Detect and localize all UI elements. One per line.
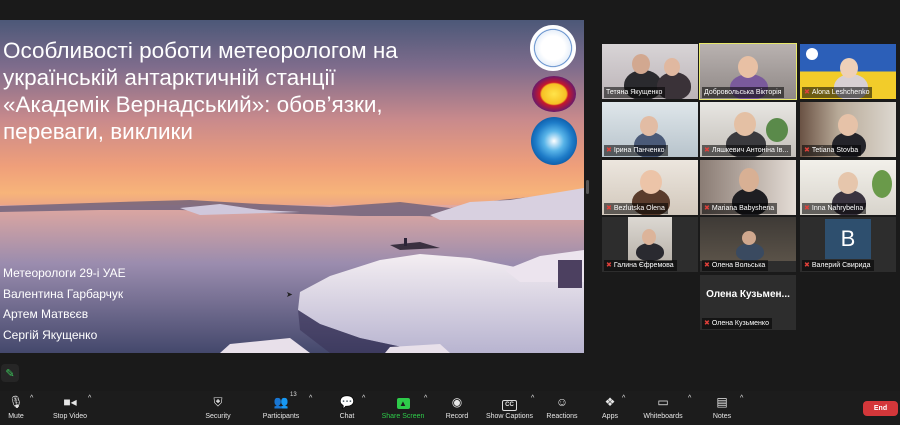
whiteboards-button[interactable]: ▭ Whiteboards <box>641 395 685 423</box>
video-options-chevron-icon[interactable]: ^ <box>88 395 91 423</box>
slide-author-line: Сергій Якущенко <box>3 327 98 342</box>
muted-mic-icon: ✖ <box>606 147 612 154</box>
expedition-logo <box>531 117 577 165</box>
muted-mic-icon: ✖ <box>606 262 612 269</box>
security-button[interactable]: ⛨ Security <box>202 395 234 423</box>
muted-mic-icon: ✖ <box>704 147 710 154</box>
slide-title-line: українській антарктичній станції <box>3 65 336 90</box>
participant-tile[interactable]: ✖ Ляшкевич Антоніна Ів... <box>700 102 796 157</box>
participant-tile[interactable]: ✖ Tetiana Stovba <box>800 102 896 157</box>
slide-title: Особливості роботи метеорологом на украї… <box>3 37 523 145</box>
show-captions-button[interactable]: CC Show Captions <box>482 395 537 423</box>
apps-button[interactable]: ❖ Apps <box>599 395 621 423</box>
meeting-toolbar: 🎙 Mute ^ ■◂ Stop Video ^ ⛨ Security 👥 Pa… <box>0 391 900 425</box>
muted-mic-icon: ✖ <box>704 205 710 212</box>
participants-count-badge: 13 <box>290 392 297 398</box>
muted-mic-icon: ✖ <box>804 89 810 96</box>
muted-mic-icon: ✖ <box>704 262 710 269</box>
mute-button[interactable]: 🎙 Mute <box>3 395 29 423</box>
antarctic-center-logo <box>530 25 576 71</box>
participant-name-label: ✖ Alona Leshchenko <box>802 87 873 98</box>
apps-options-chevron-icon[interactable]: ^ <box>622 395 625 423</box>
participant-tile[interactable]: ✖ Alona Leshchenko <box>800 44 896 99</box>
participant-name-label: ✖ Ляшкевич Антоніна Ів... <box>702 145 792 156</box>
participant-tile[interactable]: Олена Кузьмен... ✖ Олена Кузьменко <box>700 275 796 330</box>
slide-authors: Метеорологи 29-і УАЕ Валентина Гарбарчук… <box>3 263 126 345</box>
whiteboard-icon: ▭ <box>657 395 669 409</box>
split-view-resize-handle[interactable] <box>586 180 589 194</box>
chat-bubble-icon: 💬 <box>339 395 355 409</box>
end-meeting-button[interactable]: End <box>863 401 898 416</box>
chat-button[interactable]: 💬 Chat <box>336 395 358 423</box>
record-button[interactable]: ◉ Record <box>443 395 471 423</box>
whiteboards-options-chevron-icon[interactable]: ^ <box>688 395 691 423</box>
share-screen-arrow-icon: ▲ <box>379 395 427 409</box>
slide-author-line: Валентина Гарбарчук <box>3 286 124 301</box>
muted-mic-icon: ✖ <box>606 205 612 212</box>
shield-icon: ⛨ <box>213 395 223 409</box>
participants-options-chevron-icon[interactable]: ^ <box>309 395 312 423</box>
reactions-button[interactable]: ☺ Reactions <box>545 395 579 423</box>
participant-name-label: ✖ Олена Кузьменко <box>702 318 772 329</box>
participant-tile[interactable]: ✖ Mariana Babyshena <box>700 160 796 215</box>
share-screen-button[interactable]: ▲ Share Screen <box>379 395 427 423</box>
slide-title-line: Особливості роботи метеорологом на <box>3 38 398 63</box>
apps-grid-icon: ❖ <box>604 395 616 409</box>
participants-button[interactable]: 👥 Participants <box>261 395 301 423</box>
notes-icon: ▤ <box>716 395 728 409</box>
video-camera-icon: ■◂ <box>63 395 77 409</box>
participant-name-label: ✖ Валерий Свирида <box>802 260 874 271</box>
flag-logo-icon <box>806 48 818 60</box>
participant-tile-active-speaker[interactable]: Добровольська Вікторія <box>699 43 797 100</box>
more-options-chevron-icon[interactable]: ^ <box>740 395 743 423</box>
slide-author-line: Метеорологи 29-і УАЕ <box>3 266 126 280</box>
participant-name-label: ✖ Ірина Панченко <box>604 145 668 156</box>
participant-tile[interactable]: B ✖ Валерий Свирида <box>800 217 896 272</box>
participant-tile[interactable]: Тетяна Якущенко <box>602 44 698 99</box>
participant-tile[interactable]: ✖ Inna Nahrybelna <box>800 160 896 215</box>
captions-options-chevron-icon[interactable]: ^ <box>531 395 534 423</box>
participant-display-name: Олена Кузьмен... <box>706 289 790 300</box>
participant-name-label: ✖ Tetiana Stovba <box>802 145 862 156</box>
share-options-chevron-icon[interactable]: ^ <box>424 395 427 423</box>
mouse-cursor-icon: ➤ <box>286 290 293 299</box>
participant-name-label: Тетяна Якущенко <box>604 87 666 98</box>
stop-video-button[interactable]: ■◂ Stop Video <box>51 395 89 423</box>
participant-avatar: B <box>825 219 871 259</box>
zoom-meeting-window: Особливості роботи метеорологом на украї… <box>0 0 900 425</box>
chat-options-chevron-icon[interactable]: ^ <box>362 395 365 423</box>
participant-name-label: ✖ Bezlutska Olena <box>604 203 668 214</box>
akademik-vernadsky-station-logo <box>532 76 576 112</box>
closed-captions-icon: CC <box>482 395 537 411</box>
participant-name-label: ✖ Галина Єфремова <box>604 260 677 271</box>
participant-name-label: ✖ Олена Вольська <box>702 260 769 271</box>
muted-mic-icon: ✖ <box>804 205 810 212</box>
plant-icon <box>766 118 788 142</box>
participant-tile[interactable]: ✖ Ірина Панченко <box>602 102 698 157</box>
record-icon: ◉ <box>451 395 463 409</box>
participant-name-label: ✖ Inna Nahrybelna <box>802 203 867 214</box>
slide-title-line: переваги, виклики <box>3 119 193 144</box>
plant-icon <box>872 170 892 198</box>
participant-name-label: Добровольська Вікторія <box>702 87 785 98</box>
muted-mic-icon: ✖ <box>804 147 810 154</box>
participant-tile[interactable]: ✖ Галина Єфремова <box>602 217 698 272</box>
muted-mic-icon: ✖ <box>804 262 810 269</box>
microphone-icon: 🎙 <box>8 395 24 409</box>
muted-mic-icon: ✖ <box>704 320 710 327</box>
slide-title-line: «Академік Вернадський»: обов’язки, <box>3 92 383 117</box>
shared-presentation-slide: Особливості роботи метеорологом на украї… <box>0 20 584 353</box>
audio-options-chevron-icon[interactable]: ^ <box>30 395 33 423</box>
smiley-plus-icon: ☺ <box>555 395 569 409</box>
participant-name-label: ✖ Mariana Babyshena <box>702 203 778 214</box>
slide-author-line: Артем Матвєєв <box>3 307 89 321</box>
participant-tile[interactable]: ✖ Олена Вольська <box>700 217 796 272</box>
annotate-pen-icon[interactable]: ✎ <box>1 364 19 382</box>
notes-button[interactable]: ▤ Notes <box>710 395 734 423</box>
participant-tile[interactable]: ✖ Bezlutska Olena <box>602 160 698 215</box>
